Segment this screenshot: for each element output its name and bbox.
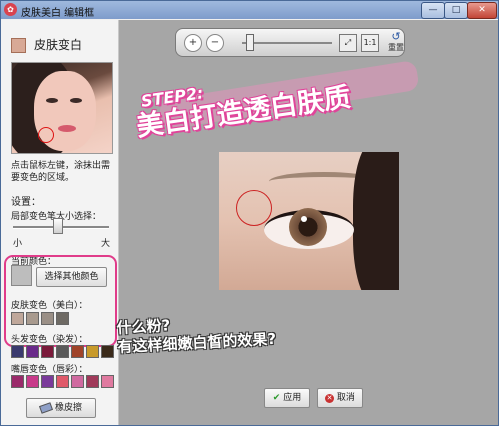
cancel-icon: ✕ — [325, 394, 335, 403]
cancel-label: 取消 — [336, 393, 355, 403]
step-caption: STEP2: 美白打造透白肤质 — [132, 51, 436, 143]
cancel-button[interactable]: ✕ 取消 — [317, 388, 363, 408]
reset-icon: ↺ — [391, 30, 401, 43]
zoom-out-button[interactable]: − — [206, 34, 224, 52]
tool-panel: 皮肤变白 点击鼠标左键，涂抹出需要变色的区域。 设置： 局部变色笔大小选择： 小… — [1, 20, 119, 425]
maximize-button[interactable]: □ — [444, 2, 468, 19]
lips-swatch-7[interactable] — [101, 375, 114, 388]
zoom-slider-thumb[interactable] — [246, 34, 255, 51]
close-button[interactable]: ✕ — [467, 2, 497, 19]
lips-color-label: 嘴唇变色（唇彩）： — [11, 365, 88, 375]
hair-swatch-5[interactable] — [71, 345, 84, 358]
editor-window: ✿ 皮肤美白 编辑框 — □ ✕ 皮肤变白 点击鼠标左键，涂抹出需要变色的区域。… — [0, 0, 499, 426]
panel-title: 皮肤变白 — [34, 38, 83, 52]
lips-swatch-2[interactable] — [26, 375, 39, 388]
zoom-toolbar: + − ⤢ 1:1 ↺ 重置 — [175, 28, 405, 57]
hair-swatch-7[interactable] — [101, 345, 114, 358]
editing-canvas[interactable]: + − ⤢ 1:1 ↺ 重置 STEP2: 美白打造透白肤质 什么粉? 有这样细… — [116, 20, 498, 425]
apply-button[interactable]: ✔ 应用 — [264, 388, 310, 408]
hair-swatch-2[interactable] — [26, 345, 39, 358]
preview-thumbnail — [11, 62, 113, 154]
actual-size-button[interactable]: 1:1 — [361, 34, 379, 52]
settings-label: 设置： — [11, 197, 41, 208]
lips-swatch-6[interactable] — [86, 375, 99, 388]
title-bar: ✿ 皮肤美白 编辑框 — □ ✕ — [1, 1, 498, 19]
brush-size-slider-thumb[interactable] — [52, 218, 63, 234]
window-title: 皮肤美白 编辑框 — [21, 8, 95, 19]
annotation-text: 什么粉? 有这样细嫩白皙的效果? — [116, 311, 276, 357]
photo-preview[interactable] — [219, 152, 399, 290]
skin-whitening-icon — [11, 38, 26, 53]
app-icon: ✿ — [4, 3, 17, 16]
brush-cursor-circle — [236, 190, 272, 226]
hair-color-label: 头发变色（染发）： — [11, 335, 88, 345]
usage-hint: 点击鼠标左键，涂抹出需要变色的区域。 — [11, 161, 111, 183]
slider-max-label: 大 — [101, 239, 111, 249]
eraser-button[interactable]: 橡皮擦 — [26, 398, 96, 418]
fit-to-window-button[interactable]: ⤢ — [339, 34, 357, 52]
zoom-in-button[interactable]: + — [184, 34, 202, 52]
eraser-label: 橡皮擦 — [54, 403, 82, 413]
hair-swatches — [11, 345, 114, 358]
minimize-button[interactable]: — — [421, 2, 445, 19]
lips-swatches — [11, 375, 114, 388]
lips-swatch-5[interactable] — [71, 375, 84, 388]
thumbnail-selection-circle — [38, 127, 54, 143]
hair-swatch-4[interactable] — [56, 345, 69, 358]
hair-swatch-3[interactable] — [41, 345, 54, 358]
lips-swatch-4[interactable] — [56, 375, 69, 388]
zoom-slider-track[interactable] — [242, 42, 332, 44]
eraser-icon — [38, 401, 53, 414]
hair-swatch-6[interactable] — [86, 345, 99, 358]
lips-swatch-1[interactable] — [11, 375, 24, 388]
reset-label: 重置 — [388, 43, 404, 52]
lips-swatch-3[interactable] — [41, 375, 54, 388]
checkmark-icon: ✔ — [272, 393, 281, 403]
apply-label: 应用 — [283, 393, 302, 403]
hair-swatch-1[interactable] — [11, 345, 24, 358]
slider-min-label: 小 — [13, 239, 23, 249]
reset-button[interactable]: ↺ 重置 — [386, 31, 406, 53]
